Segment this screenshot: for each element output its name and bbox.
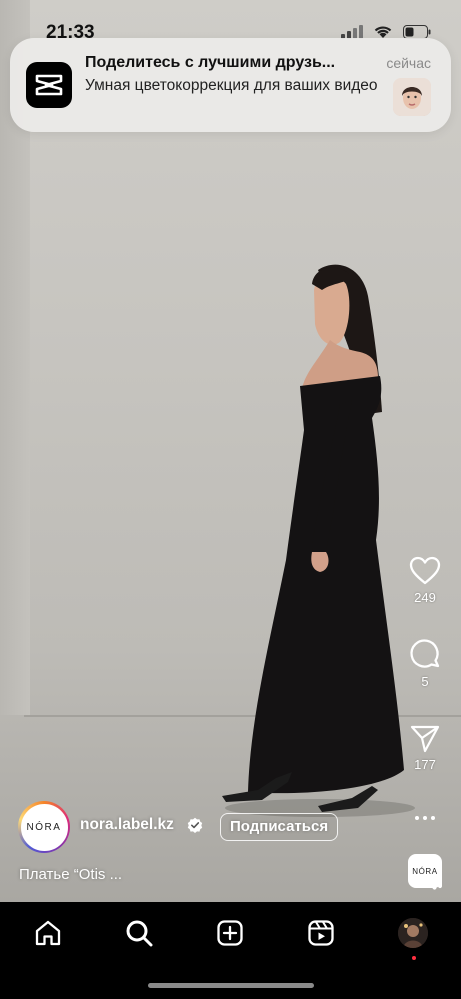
nav-profile[interactable] — [396, 916, 430, 960]
like-count: 249 — [414, 590, 436, 605]
home-indicator — [148, 983, 314, 988]
notification-body: Умная цветокоррекция для ваших видео — [85, 77, 378, 94]
heart-icon[interactable] — [409, 556, 441, 586]
share-action[interactable]: 177 — [407, 723, 443, 772]
share-count: 177 — [414, 757, 436, 772]
reels-icon[interactable] — [307, 919, 335, 947]
notification-title: Поделитесь с лучшими друзь... — [85, 54, 336, 71]
nav-reels[interactable] — [304, 916, 338, 950]
reel-video[interactable] — [0, 0, 461, 902]
more-icon[interactable] — [413, 808, 437, 828]
verified-badge-icon — [187, 817, 203, 833]
comment-action[interactable]: 5 — [407, 638, 443, 689]
post-caption[interactable]: Платье “Otis ... — [19, 866, 122, 883]
notification-time: сейчас — [386, 55, 431, 71]
nav-search[interactable] — [122, 916, 156, 950]
status-icons — [341, 24, 431, 39]
wifi-icon — [374, 26, 392, 38]
avatar-logo-text: NÓRA — [20, 803, 68, 851]
comment-count: 5 — [421, 674, 429, 689]
account-avatar[interactable]: NÓRA — [18, 801, 70, 853]
nav-home[interactable] — [31, 916, 65, 950]
send-icon[interactable] — [409, 723, 441, 753]
model-in-black-dress — [222, 264, 415, 817]
music-note-icon — [432, 876, 443, 890]
profile-avatar[interactable] — [398, 918, 428, 948]
nav-create[interactable] — [213, 916, 247, 950]
notification-thumbnail — [393, 78, 431, 116]
create-icon[interactable] — [216, 919, 244, 947]
home-icon[interactable] — [34, 919, 62, 947]
signal-icon — [341, 24, 363, 39]
battery-icon — [403, 24, 431, 39]
notification-banner[interactable]: Поделитесь с лучшими друзь... Умная цвет… — [10, 38, 451, 132]
follow-button[interactable]: Подписаться — [220, 813, 339, 841]
notification-dot — [412, 956, 416, 960]
search-icon[interactable] — [125, 919, 153, 947]
account-username[interactable]: nora.label.kz — [80, 816, 174, 834]
capcut-icon — [26, 62, 72, 108]
comment-icon[interactable] — [409, 638, 441, 670]
more-action[interactable] — [407, 808, 443, 828]
like-action[interactable]: 249 — [407, 556, 443, 605]
